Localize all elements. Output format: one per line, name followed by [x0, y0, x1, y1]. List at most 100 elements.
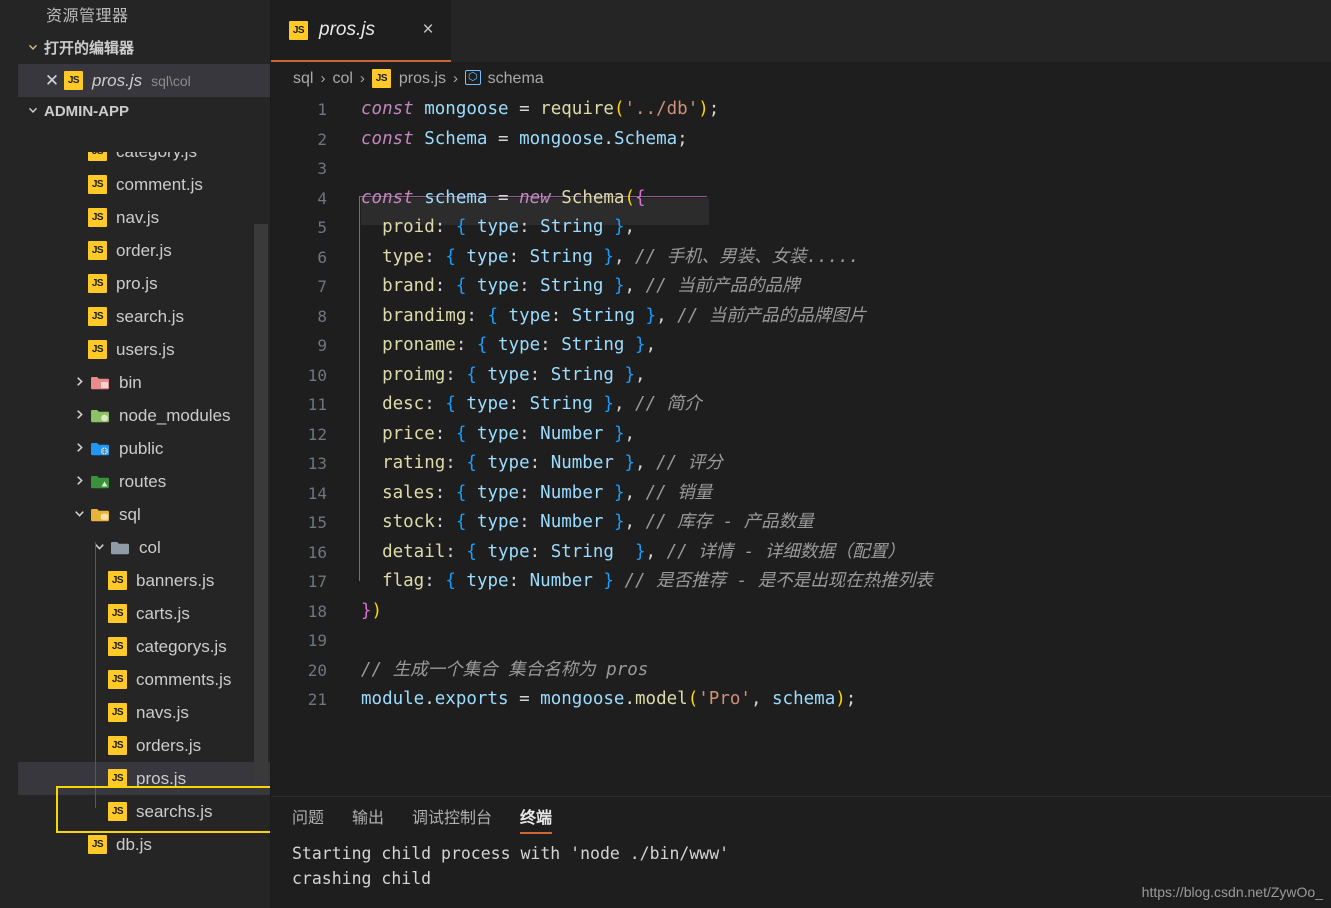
- tree-file-comments-js[interactable]: JS comments.js: [18, 663, 270, 696]
- line-number: 3: [317, 159, 327, 178]
- breadcrumb-item-col[interactable]: col: [332, 70, 352, 88]
- line-number: 1: [317, 100, 327, 119]
- js-file-icon: JS: [371, 69, 391, 88]
- tree-item-label: col: [139, 537, 161, 557]
- tree-folder-routes[interactable]: routes: [18, 465, 270, 498]
- tree-item-label: pro.js: [116, 273, 158, 293]
- folder-icon: [90, 441, 110, 457]
- tree-file-searchs-js[interactable]: JS searchs.js: [18, 795, 270, 828]
- panel-tab[interactable]: 终端: [520, 797, 553, 841]
- tree-file-carts-js[interactable]: JS carts.js: [18, 597, 270, 630]
- chevron-right-icon[interactable]: [68, 474, 90, 490]
- chevron-down-icon[interactable]: [68, 507, 90, 523]
- line-number: 2: [317, 129, 327, 149]
- panel-tab[interactable]: 问题: [292, 797, 324, 841]
- code-line: 6 type: { type: String }, // 手机、男装、女装...…: [271, 243, 1331, 273]
- js-file-icon: JS: [108, 769, 127, 788]
- line-number: 15: [307, 513, 327, 532]
- open-editors-section-header[interactable]: 打开的编辑器: [18, 34, 270, 64]
- tree-file-navs-js[interactable]: JS navs.js: [18, 696, 270, 729]
- tree-item-label: search.js: [116, 306, 185, 326]
- js-file-icon: JS: [88, 208, 107, 227]
- panel-tab[interactable]: 输出: [352, 797, 384, 841]
- tree-folder-sql[interactable]: sql: [18, 498, 270, 531]
- chevron-down-icon: [22, 34, 44, 64]
- code-line: 5 proid: { type: String },: [271, 213, 1331, 243]
- code-editor[interactable]: 1 const mongoose = require('../db'); 2 cons…: [271, 95, 1331, 796]
- folder-icon: [90, 474, 110, 490]
- line-content: }): [361, 600, 383, 621]
- line-content: brand: { type: String }, // 当前产品的品牌: [382, 276, 800, 296]
- close-icon[interactable]: ✕: [40, 71, 64, 91]
- explorer-title: 资源管理器: [46, 8, 129, 25]
- tree-item-label: banners.js: [136, 570, 215, 590]
- line-content: sales: { type: Number }, // 销量: [382, 482, 713, 503]
- line-content: detail: { type: String }, // 详情 - 详细数据（配…: [382, 541, 905, 562]
- line-content: proid: { type: String },: [382, 217, 636, 237]
- line-number: 9: [317, 336, 327, 355]
- editor-tab-bar: JS pros.js ×: [271, 0, 1331, 62]
- tree-item-label: routes: [119, 471, 167, 491]
- code-line: 16 detail: { type: String }, // 详情 - 详细数…: [271, 538, 1331, 568]
- tree-file-search-js[interactable]: JS search.js: [18, 300, 270, 333]
- tree-item-label: searchs.js: [136, 801, 213, 821]
- line-content: // 生成一个集合 集合名称为 pros: [361, 659, 649, 680]
- breadcrumb: sql › col › JS pros.js › ⬡ schema: [271, 62, 1331, 95]
- tree-folder-public[interactable]: public: [18, 432, 270, 465]
- tree-file-db-js[interactable]: JS db.js: [18, 828, 270, 861]
- chevron-right-icon[interactable]: [68, 441, 90, 457]
- breadcrumb-item-symbol[interactable]: schema: [488, 70, 544, 88]
- open-editor-item-pros[interactable]: ✕ JS pros.js sql\col: [18, 64, 270, 97]
- tree-item-label: orders.js: [136, 735, 202, 755]
- code-line: 9 proname: { type: String },: [271, 331, 1331, 361]
- tree-file-pros-js[interactable]: JS pros.js: [18, 762, 270, 795]
- folder-icon: [90, 375, 110, 391]
- terminal-line: Starting child process with 'node ./bin/…: [292, 844, 730, 863]
- chevron-right-icon[interactable]: [68, 375, 90, 391]
- tree-file-categorys-js[interactable]: JS categorys.js: [18, 630, 270, 663]
- js-file-icon: JS: [108, 736, 127, 755]
- tree-file-users-js[interactable]: JS users.js: [18, 333, 270, 366]
- tree-file-comment-js[interactable]: JS comment.js: [18, 168, 270, 201]
- tree-item-label: carts.js: [136, 603, 190, 623]
- open-editor-filepath: sql\col: [151, 72, 191, 89]
- tree-item-label: nav.js: [116, 207, 160, 227]
- chevron-down-icon[interactable]: [88, 540, 110, 556]
- code-line: 17 flag: { type: Number } // 是否推荐 - 是不是出…: [271, 567, 1331, 597]
- tree-item-label: public: [119, 438, 164, 458]
- breadcrumb-item-file[interactable]: pros.js: [399, 70, 446, 88]
- tree-folder-node-modules[interactable]: node_modules: [18, 399, 270, 432]
- line-number: 16: [307, 542, 327, 562]
- code-line: 19: [271, 626, 1331, 656]
- activity-bar[interactable]: [0, 0, 18, 908]
- js-file-icon: JS: [88, 274, 107, 293]
- tree-item-label: users.js: [116, 339, 175, 359]
- tree-item-label: categorys.js: [136, 636, 227, 656]
- tree-file-category-js[interactable]: JS category.js: [18, 152, 270, 168]
- tree-file-banners-js[interactable]: JS banners.js: [18, 564, 270, 597]
- sidebar-scrollbar[interactable]: [254, 224, 268, 782]
- js-file-icon: JS: [88, 835, 107, 854]
- open-editor-filename: pros.js: [92, 70, 143, 90]
- tree-file-order-js[interactable]: JS order.js: [18, 234, 270, 267]
- tab-pros-js[interactable]: JS pros.js ×: [271, 0, 451, 62]
- js-file-icon: JS: [88, 152, 107, 161]
- tree-item-label: order.js: [116, 240, 172, 260]
- tree-folder-bin[interactable]: bin: [18, 366, 270, 399]
- line-number: 18: [307, 601, 327, 621]
- chevron-right-icon[interactable]: [68, 408, 90, 424]
- bottom-panel: 问题 输出 调试控制台 终端 Starting child process with …: [271, 796, 1331, 908]
- line-number: 17: [307, 572, 327, 591]
- tree-file-nav-js[interactable]: JS nav.js: [18, 201, 270, 234]
- vscode-window: 资源管理器 打开的编辑器 ✕ JS pros.js sql\col ADMIN-…: [0, 0, 1331, 908]
- tree-file-pro-js[interactable]: JS pro.js: [18, 267, 270, 300]
- code-line: 12 price: { type: Number },: [271, 420, 1331, 450]
- tree-file-orders-js[interactable]: JS orders.js: [18, 729, 270, 762]
- code-line: 3: [271, 154, 1331, 184]
- tree-item-label: node_modules: [119, 405, 231, 425]
- panel-tab[interactable]: 调试控制台: [412, 797, 492, 841]
- breadcrumb-item-sql[interactable]: sql: [293, 70, 313, 88]
- tree-folder-col[interactable]: col: [18, 531, 270, 564]
- project-section-header[interactable]: ADMIN-APP: [18, 97, 270, 127]
- close-icon[interactable]: ×: [417, 19, 439, 41]
